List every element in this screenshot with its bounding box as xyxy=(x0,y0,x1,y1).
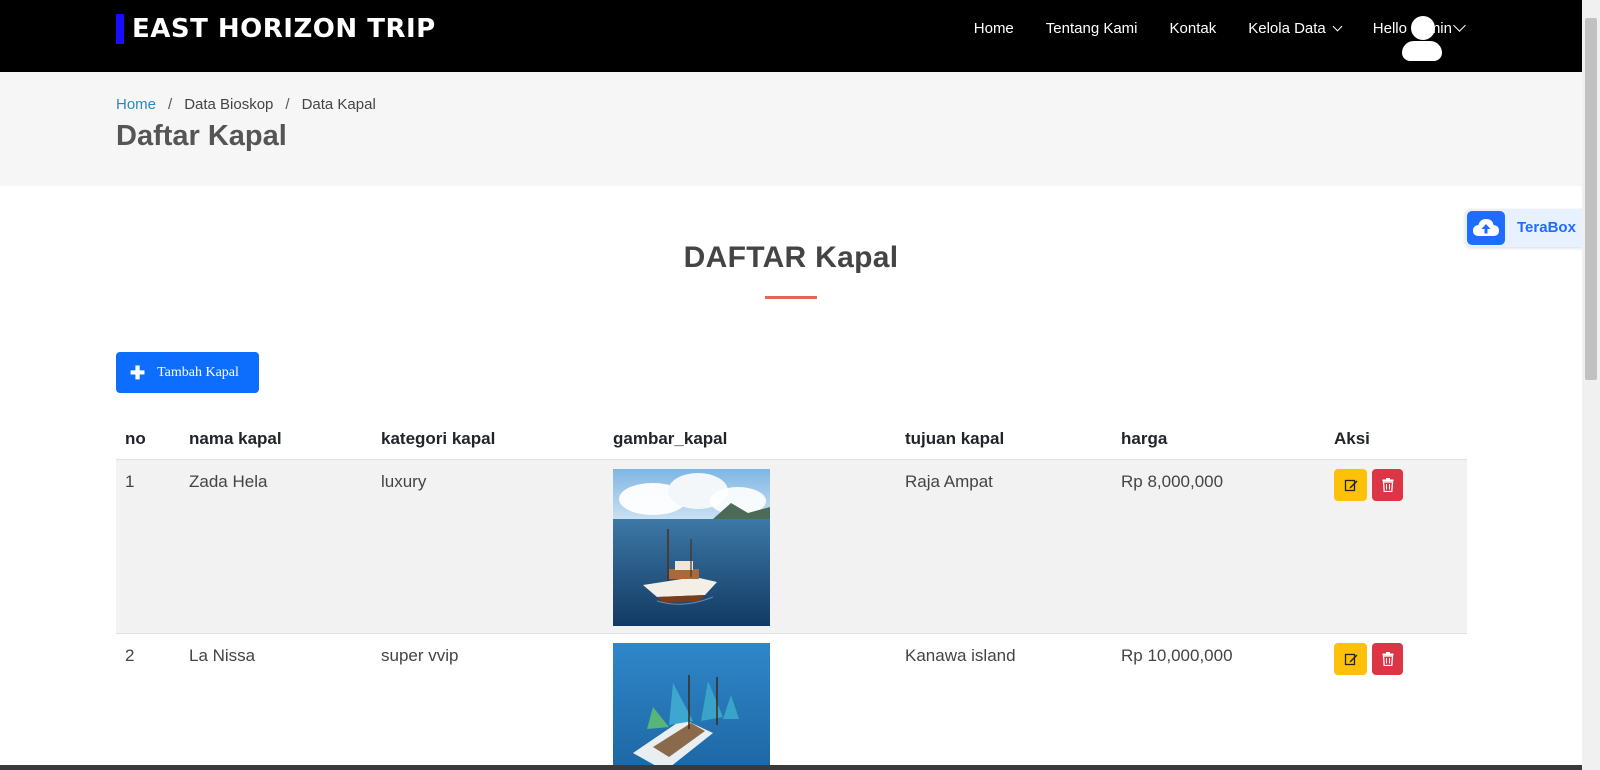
nav-kontak[interactable]: Kontak xyxy=(1170,20,1217,37)
table-row: 1 Zada Hela luxury Raja Ampat Rp 8,000,0… xyxy=(116,460,1467,634)
header-nama-kapal: nama kapal xyxy=(189,429,282,448)
main-nav: Home Tentang Kami Kontak Kelola Data Hel… xyxy=(974,17,1452,39)
breadcrumb-data-bioskop: Data Bioskop xyxy=(184,96,274,113)
tambah-kapal-button[interactable]: ✚ Tambah Kapal xyxy=(116,352,259,393)
cell-harga: Rp 8,000,000 xyxy=(1121,472,1224,491)
top-navbar: EAST HORIZON TRIP Home Tentang Kami Kont… xyxy=(0,0,1582,72)
chevron-down-icon xyxy=(1332,21,1343,31)
avatar-body xyxy=(1402,41,1442,61)
ship-image xyxy=(613,469,770,626)
breadcrumb-data-kapal: Data Kapal xyxy=(301,96,376,113)
kapal-table: no nama kapal kategori kapal gambar_kapa… xyxy=(116,420,1467,770)
header-gambar-kapal: gambar_kapal xyxy=(613,429,728,448)
section-title: DAFTAR Kapal xyxy=(683,241,899,274)
bottom-edge-bar xyxy=(0,765,1582,770)
terabox-label: TeraBox xyxy=(1517,219,1576,236)
terabox-widget[interactable]: TeraBox xyxy=(1465,209,1593,247)
vertical-scrollbar[interactable] xyxy=(1582,0,1600,770)
header-kategori-kapal: kategori kapal xyxy=(381,429,496,448)
table-header-row: no nama kapal kategori kapal gambar_kapa… xyxy=(116,420,1467,460)
edit-icon xyxy=(1344,479,1357,492)
table-row: 2 La Nissa super vvip Kanawa island Rp 1… xyxy=(116,634,1467,770)
ship-image xyxy=(613,643,770,770)
nav-kelola-data[interactable]: Kelola Data xyxy=(1248,19,1343,37)
brand-text: EAST HORIZON TRIP xyxy=(132,14,436,44)
page-header-band: Home / Data Bioskop / Data Kapal Daftar … xyxy=(0,72,1582,186)
page-title: Daftar Kapal xyxy=(116,120,287,152)
trash-icon xyxy=(1382,652,1393,666)
cloud-upload-icon xyxy=(1467,211,1505,245)
breadcrumb: Home / Data Bioskop / Data Kapal xyxy=(116,96,376,113)
section-title-underline xyxy=(765,296,817,299)
tambah-kapal-label: Tambah Kapal xyxy=(157,364,239,380)
cell-nama-kapal: Zada Hela xyxy=(189,472,268,491)
brand-accent-bar xyxy=(116,14,124,44)
nav-tentang-kami[interactable]: Tentang Kami xyxy=(1046,20,1138,37)
cell-nama-kapal: La Nissa xyxy=(189,646,256,665)
trash-icon xyxy=(1382,478,1393,492)
page: EAST HORIZON TRIP Home Tentang Kami Kont… xyxy=(0,0,1600,770)
header-aksi: Aksi xyxy=(1334,429,1370,448)
header-tujuan-kapal: tujuan kapal xyxy=(905,429,1005,448)
header-harga: harga xyxy=(1121,429,1168,448)
brand-logo[interactable]: EAST HORIZON TRIP xyxy=(116,14,436,44)
cell-no: 2 xyxy=(125,646,135,665)
cell-no: 1 xyxy=(125,472,135,491)
breadcrumb-home[interactable]: Home xyxy=(116,96,156,113)
user-menu-chevron-down-icon[interactable] xyxy=(1453,19,1466,32)
scrollbar-thumb[interactable] xyxy=(1585,18,1597,380)
edit-icon xyxy=(1344,653,1357,666)
delete-button[interactable] xyxy=(1372,469,1403,501)
nav-kelola-data-label: Kelola Data xyxy=(1248,19,1326,37)
breadcrumb-separator: / xyxy=(285,96,290,113)
edit-button[interactable] xyxy=(1334,469,1367,501)
user-avatar-icon[interactable] xyxy=(1402,16,1442,61)
nav-home[interactable]: Home xyxy=(974,20,1014,37)
cell-kategori-kapal: luxury xyxy=(381,472,427,491)
cell-tujuan-kapal: Raja Ampat xyxy=(905,472,993,491)
cell-tujuan-kapal: Kanawa island xyxy=(905,646,1016,665)
delete-button[interactable] xyxy=(1372,643,1403,675)
cell-harga: Rp 10,000,000 xyxy=(1121,646,1233,665)
edit-button[interactable] xyxy=(1334,643,1367,675)
avatar-head xyxy=(1411,16,1435,40)
breadcrumb-separator: / xyxy=(168,96,173,113)
header-no: no xyxy=(125,429,146,448)
plus-icon: ✚ xyxy=(130,362,146,383)
cell-kategori-kapal: super vvip xyxy=(381,646,459,665)
